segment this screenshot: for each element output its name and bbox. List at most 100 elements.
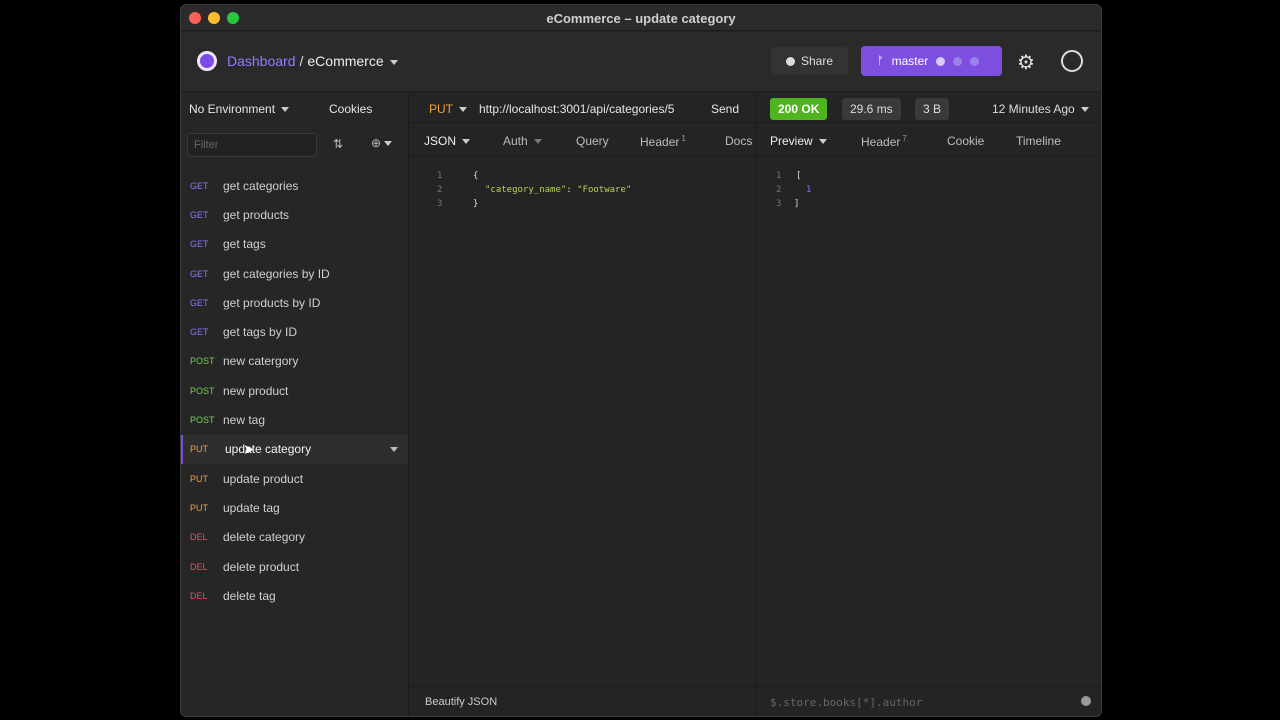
add-item-icon[interactable]: ⊕ [371, 136, 393, 150]
status-badge: 200 OK [770, 98, 828, 120]
line-number: 3 [776, 199, 782, 209]
method-badge: POST [190, 415, 215, 426]
tab-response-header[interactable]: Header 7 [861, 134, 907, 149]
code-line: { [473, 171, 479, 181]
request-name: get products [223, 207, 290, 222]
filter-input[interactable]: Filter [187, 133, 317, 157]
branch-icon: ᚠ [877, 55, 884, 67]
sidebar-item[interactable]: DEL delete product [181, 552, 408, 581]
method-dropdown[interactable]: PUT [429, 102, 467, 116]
request-name: new tag [223, 413, 266, 428]
code-line: [ [796, 171, 802, 181]
method-badge: PUT [190, 473, 208, 484]
tab-header[interactable]: Header 1 [640, 134, 686, 149]
sidebar-item[interactable]: GET get products [181, 200, 408, 229]
request-pane: PUT http://localhost:3001/api/categories… [409, 93, 756, 716]
environment-dropdown[interactable]: No Environment [189, 102, 290, 116]
account-icon[interactable] [1061, 50, 1083, 72]
sidebar-item[interactable]: PUT update product [181, 464, 408, 493]
request-name: update tag [223, 500, 280, 515]
line-number: 3 [437, 199, 443, 209]
pull-icon[interactable] [953, 56, 963, 66]
sidebar-item[interactable]: POST new product [181, 376, 408, 405]
code-line: 1 [806, 185, 812, 195]
request-name: get products by ID [223, 295, 321, 310]
sidebar-item[interactable]: POST new tag [181, 405, 408, 434]
request-name: new catergory [223, 354, 299, 369]
request-name: delete tag [223, 588, 276, 603]
request-name: get tags [223, 237, 266, 252]
header-count-badge: 1 [681, 134, 686, 143]
insomnia-logo-icon[interactable] [197, 51, 217, 71]
method-badge: DEL [190, 561, 208, 572]
request-name: delete category [223, 530, 306, 545]
branch-label: master [891, 54, 929, 68]
commit-icon[interactable] [936, 56, 946, 66]
line-number: 1 [437, 171, 443, 181]
history-dropdown[interactable]: 12 Minutes Ago [992, 102, 1089, 116]
time-badge: 29.6 ms [842, 98, 901, 120]
tab-json[interactable]: JSON [424, 134, 471, 148]
method-badge: DEL [190, 590, 208, 601]
sidebar-item[interactable]: GET get tags by ID [181, 317, 408, 346]
chevron-down-icon [281, 107, 290, 113]
help-icon[interactable] [1081, 696, 1091, 706]
sidebar: No Environment Cookies Filter ⇅ ⊕ GET get… [181, 93, 409, 716]
header-count-badge: 7 [902, 134, 907, 143]
response-pane: 200 OK 29.6 ms 3 B 12 Minutes Ago Previe… [756, 93, 1101, 716]
sidebar-item[interactable]: GET get categories [181, 171, 408, 200]
sidebar-item[interactable]: POST new catergory [181, 347, 408, 376]
tab-preview[interactable]: Preview [770, 134, 827, 148]
url-bar: PUT http://localhost:3001/api/categories… [409, 93, 755, 123]
beautify-json-button[interactable]: Beautify JSON [409, 686, 755, 716]
url-input[interactable]: http://localhost:3001/api/categories/5 [479, 102, 674, 116]
method-badge: GET [190, 209, 209, 220]
sidebar-item[interactable]: GET get tags [181, 230, 408, 259]
push-icon[interactable] [970, 56, 980, 66]
response-tabs: Preview Header 7 Cookie Timeline [756, 123, 1101, 157]
request-name: get tags by ID [223, 325, 298, 340]
breadcrumb-dashboard-link[interactable]: Dashboard [227, 53, 296, 69]
gear-icon[interactable]: ⚙ [1017, 50, 1035, 75]
line-number: 2 [437, 185, 443, 195]
chevron-down-icon [459, 107, 467, 113]
request-name: get categories [223, 178, 299, 193]
tab-auth[interactable]: Auth [503, 134, 542, 148]
tab-query[interactable]: Query [576, 134, 609, 148]
breadcrumb: Dashboard / eCommerce [227, 53, 398, 69]
tab-cookie[interactable]: Cookie [947, 134, 984, 148]
method-badge: PUT [190, 444, 208, 455]
sidebar-item[interactable]: DEL delete tag [181, 581, 408, 610]
sidebar-item[interactable]: GET get categories by ID [181, 259, 408, 288]
sidebar-item[interactable]: GET get products by ID [181, 288, 408, 317]
method-badge: POST [190, 356, 215, 367]
app-window: eCommerce – update category Dashboard / eC… [180, 4, 1102, 717]
sidebar-item-active[interactable]: PUT update category ➤ [181, 434, 408, 464]
send-button[interactable]: Send [711, 102, 739, 116]
request-name: update category [225, 442, 312, 457]
breadcrumb-separator: / [299, 53, 304, 69]
share-button[interactable]: Share [771, 47, 848, 75]
mouse-cursor-icon: ➤ [243, 440, 255, 457]
chevron-down-icon[interactable] [390, 446, 398, 452]
method-badge: GET [190, 180, 209, 191]
tab-timeline[interactable]: Timeline [1016, 134, 1061, 148]
sidebar-item[interactable]: PUT update tag [181, 493, 408, 522]
code-line: "category_name": "Footware" [485, 185, 632, 195]
cookies-button[interactable]: Cookies [329, 102, 372, 116]
sidebar-item[interactable]: DEL delete category [181, 523, 408, 552]
response-filter-input[interactable]: $.store.books[*].author [756, 686, 1101, 716]
app-header: Dashboard / eCommerce Share ᚠ master ⚙ [181, 32, 1101, 92]
request-name: update product [223, 471, 304, 486]
share-label: Share [800, 54, 834, 68]
line-number: 1 [776, 171, 782, 181]
branch-button[interactable]: ᚠ master [861, 46, 1002, 76]
request-name: new product [223, 383, 289, 398]
title-bar: eCommerce – update category [181, 5, 1101, 31]
request-name: get categories by ID [223, 266, 330, 281]
project-dropdown[interactable]: eCommerce [307, 53, 383, 69]
chevron-down-icon[interactable] [389, 59, 398, 65]
sort-icon[interactable]: ⇅ [333, 137, 343, 151]
tab-docs[interactable]: Docs [725, 134, 752, 148]
method-badge: DEL [190, 532, 208, 543]
